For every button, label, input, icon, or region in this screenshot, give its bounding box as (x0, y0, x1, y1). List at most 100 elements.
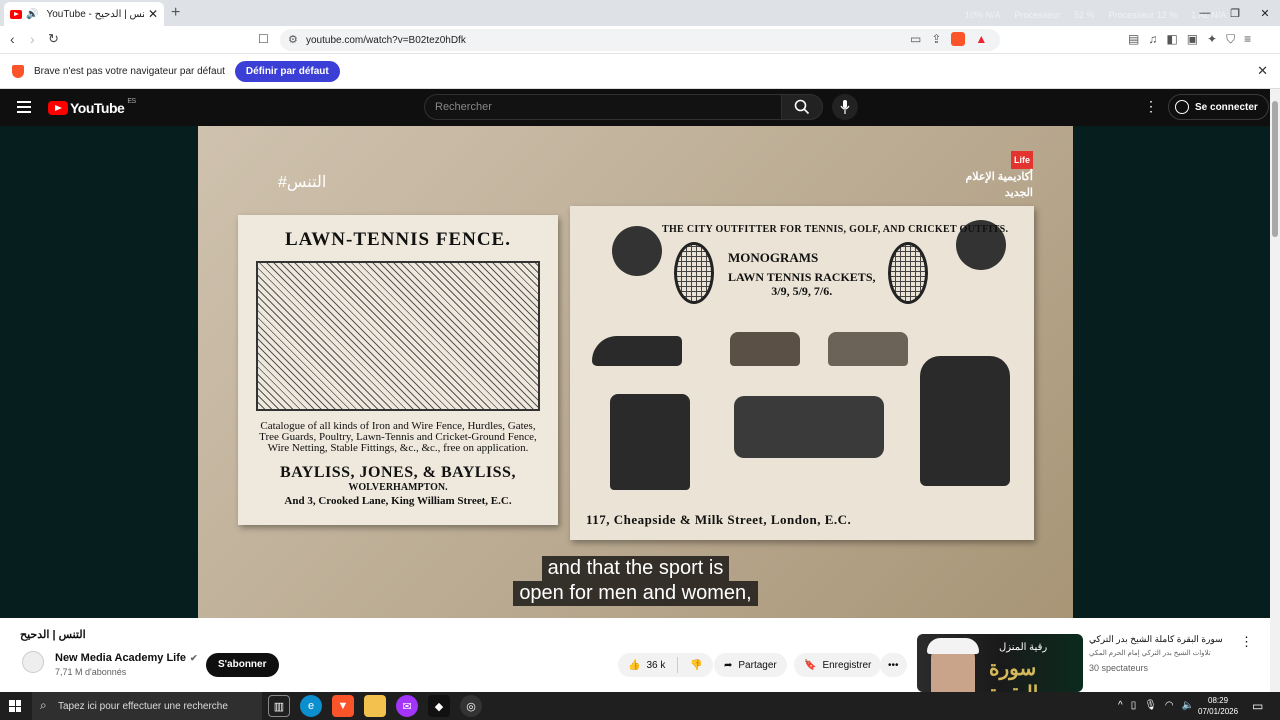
racket-illustration (888, 242, 928, 304)
channel-avatar[interactable] (22, 651, 44, 673)
share-icon[interactable]: ⇪ (931, 32, 941, 46)
youtube-favicon-icon (10, 9, 22, 19)
address-right-icons: ▭ ⇪ ▲ (910, 32, 987, 46)
subtitle-line-2: open for men and women, (513, 581, 758, 606)
close-infobar-icon[interactable]: ✕ (1257, 63, 1268, 79)
channel-name[interactable]: New Media Academy Life ✔ (55, 652, 198, 664)
tray-chevron-icon[interactable]: ^ (1118, 700, 1123, 711)
more-actions-button[interactable]: ••• (880, 653, 907, 677)
volume-icon[interactable]: 🔈 (1182, 700, 1194, 711)
shoe-illustration (592, 336, 682, 366)
system-tray: ^ ▯ 🎙 ◠ 🔈 (1118, 700, 1194, 711)
reader-mode-icon[interactable]: ▤ (1128, 32, 1139, 47)
divider (677, 657, 679, 673)
site-info-icon[interactable]: ⚙ (288, 33, 298, 46)
brave-shields-icon[interactable] (951, 32, 966, 46)
poster-lawn-tennis-fence: LAWN-TENNIS FENCE. Catalogue of all kind… (238, 215, 558, 525)
search-button[interactable] (781, 94, 823, 120)
video-player[interactable]: #التنس Life أكاديمية الإعلام الجديد LAWN… (0, 126, 1270, 618)
close-window-icon[interactable]: ✕ (1250, 0, 1280, 26)
task-view-icon[interactable]: ▥ (268, 695, 290, 717)
youtube-logo[interactable]: YouTube ES (48, 97, 136, 116)
tennis-ball-illustration (612, 226, 662, 276)
voice-search-button[interactable] (832, 94, 858, 120)
poster-right-headline: THE CITY OUTFITTER FOR TENNIS, GOLF, AND… (662, 224, 1009, 235)
sysmon-item: 10% N/A (965, 10, 1001, 20)
close-tab-icon[interactable]: ✕ (148, 7, 158, 21)
rackets-prices: 3/9, 5/9, 7/6. (771, 284, 833, 298)
video-hashtag: #التنس (278, 174, 327, 191)
youtube-wordmark: YouTube (70, 100, 125, 116)
default-browser-infobar: Brave n'est pas votre navigateur par déf… (0, 54, 1280, 89)
share-button[interactable]: ➦ Partager (714, 653, 787, 677)
leo-ai-icon[interactable]: ✦ (1207, 32, 1217, 47)
poster-left-address: And 3, Crooked Lane, King William Street… (284, 495, 512, 507)
browser-tab[interactable]: 🔊 YouTube - التنس | الدحيح ✕ (4, 2, 164, 26)
taskbar-clock[interactable]: 08:29 07/01/2026 (1198, 695, 1238, 717)
search-input[interactable]: Rechercher (424, 94, 782, 120)
poster-left-headline: LAWN-TENNIS FENCE. (285, 229, 511, 250)
infobar-message: Brave n'est pas votre navigateur par déf… (34, 65, 225, 77)
brave-rewards-icon[interactable]: ▲ (975, 32, 987, 46)
page-scrollbar[interactable] (1270, 89, 1280, 692)
audio-playing-icon[interactable]: 🔊 (26, 9, 38, 20)
capcut-icon[interactable]: ◆ (428, 695, 450, 717)
windows-start-icon[interactable] (9, 700, 21, 712)
poster-right-rackets: LAWN TENNIS RACKETS, 3/9, 5/9, 7/6. (728, 270, 876, 298)
like-icon[interactable]: 👍 (628, 660, 640, 671)
subscribe-button[interactable]: S'abonner (206, 653, 279, 677)
vpn-icon[interactable]: ⛉ (1226, 32, 1235, 47)
taskbar-search-input[interactable]: ⌕ Tapez ici pour effectuer une recherche (32, 692, 262, 720)
wallet-icon[interactable]: ▣ (1187, 32, 1198, 47)
bookmark-icon[interactable]: ☐ (258, 32, 269, 46)
toolbar-right-icons: ▤ ♫ ◧ ▣ ✦ ⛉ ≡ (1128, 32, 1251, 47)
system-monitor-overlay: 10% N/A Processeur 52 % Processeur 12 % … (965, 10, 1226, 20)
brave-icon[interactable]: ▼ (332, 695, 354, 717)
notification-icon[interactable]: ▭ (1252, 699, 1263, 713)
url-text: youtube.com/watch?v=B02tez0hDfk (306, 34, 466, 46)
save-button[interactable]: 🔖 Enregistrer (794, 653, 882, 677)
watermark-tag: Life (1010, 151, 1033, 169)
youtube-header: YouTube ES Rechercher ⋮ Se connecter (0, 89, 1270, 126)
dislike-icon[interactable]: 👎 (690, 660, 702, 671)
jacket-illustration (920, 356, 1010, 486)
recommendation-title[interactable]: سورة البقرة كاملة الشيخ بدر التركي (1089, 634, 1229, 645)
settings-kebab-icon[interactable]: ⋮ (1144, 98, 1158, 115)
recommendation-channel[interactable]: تلاوات الشيخ بدر التركي إمام الحرم المكي (1089, 649, 1229, 657)
window-controls: — ❐ ✕ (1190, 0, 1280, 26)
forward-icon[interactable]: › (30, 31, 35, 47)
like-count[interactable]: 36 k (646, 660, 665, 671)
sweater-illustration (610, 394, 690, 490)
edge-icon[interactable]: e (300, 695, 322, 717)
set-default-button[interactable]: Définir par défaut (234, 60, 340, 82)
microphone-tray-icon[interactable]: 🎙 (1144, 700, 1157, 711)
back-icon[interactable]: ‹ (10, 31, 15, 47)
new-tab-icon[interactable]: + (171, 4, 180, 22)
restore-icon[interactable]: ❐ (1220, 0, 1250, 26)
reload-icon[interactable]: ↻ (48, 31, 59, 47)
menu-icon[interactable]: ≡ (1244, 32, 1251, 47)
signin-button[interactable]: Se connecter (1168, 94, 1269, 120)
channel-name-text: New Media Academy Life (55, 652, 187, 664)
recommendation-thumbnail[interactable]: رقية المنزل سورة البقرة (917, 634, 1083, 692)
media-icon[interactable]: ♫ (1148, 32, 1157, 47)
video-frame[interactable]: #التنس Life أكاديمية الإعلام الجديد LAWN… (198, 126, 1073, 618)
sidebar-icon[interactable]: ◧ (1166, 32, 1177, 47)
account-icon (1175, 100, 1189, 114)
search-icon (794, 99, 810, 115)
obs-icon[interactable]: ◎ (460, 695, 482, 717)
file-explorer-icon[interactable] (364, 695, 386, 717)
guide-menu-icon[interactable] (17, 101, 31, 116)
like-dislike-group: 👍 36 k 👎 (618, 653, 713, 677)
recommendation-menu-icon[interactable]: ⋮ (1240, 634, 1253, 650)
minimize-icon[interactable]: — (1190, 0, 1220, 26)
scrollbar-thumb[interactable] (1272, 101, 1278, 237)
url-field[interactable]: ⚙ youtube.com/watch?v=B02tez0hDfk (280, 29, 1000, 51)
messenger-icon[interactable]: ✉ (396, 695, 418, 717)
network-device-icon[interactable]: ▯ (1131, 700, 1137, 711)
verified-icon: ✔ (190, 653, 198, 663)
cast-icon[interactable]: ▭ (910, 32, 921, 46)
wifi-icon[interactable]: ◠ (1165, 700, 1174, 711)
thumb-caption-1: رقية المنزل (999, 642, 1048, 653)
region-code: ES (127, 97, 136, 105)
